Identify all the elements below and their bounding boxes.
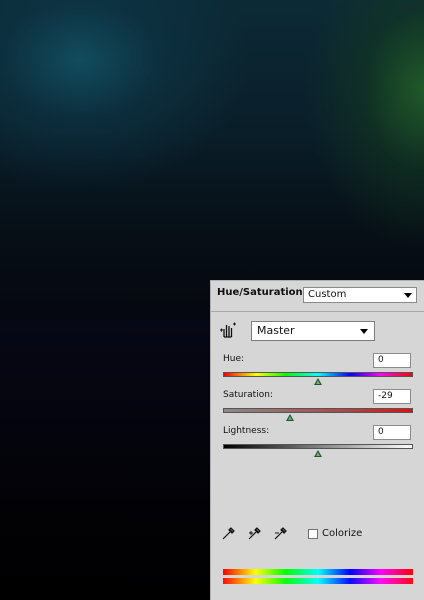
lightness-input[interactable]: 0 [373, 425, 411, 440]
lightness-slider-track[interactable] [223, 444, 413, 449]
panel-title: Hue/Saturation [217, 287, 303, 298]
dropdown-arrow-icon [404, 293, 412, 298]
saturation-input[interactable]: -29 [373, 389, 411, 404]
hue-label: Hue: [223, 354, 245, 364]
hue-saturation-panel: Hue/Saturation Custom Master Hue: 0 Satu… [210, 280, 424, 600]
colorize-label: Colorize [322, 528, 363, 539]
hue-slider-track[interactable] [223, 372, 413, 377]
preset-value: Custom [308, 289, 347, 300]
eyedropper-plus-icon[interactable] [247, 525, 263, 541]
saturation-slider-track[interactable] [223, 408, 413, 413]
hue-slider-thumb[interactable] [314, 378, 322, 385]
dropdown-arrow-icon [360, 329, 368, 334]
channel-select[interactable]: Master [251, 321, 375, 341]
panel-divider [211, 311, 424, 312]
output-hue-bar [223, 578, 413, 584]
saturation-slider-thumb[interactable] [286, 414, 294, 421]
lightness-label: Lightness: [223, 426, 270, 436]
eyedropper-minus-icon[interactable] [273, 525, 289, 541]
hand-target-adjust-icon[interactable] [219, 321, 237, 339]
eyedropper-icon[interactable] [221, 525, 237, 541]
preset-select[interactable]: Custom [303, 287, 417, 303]
input-hue-bar [223, 569, 413, 575]
saturation-label: Saturation: [223, 390, 273, 400]
hue-input[interactable]: 0 [373, 353, 411, 368]
lightness-slider-thumb[interactable] [314, 450, 322, 457]
colorize-checkbox[interactable] [308, 529, 318, 539]
channel-value: Master [257, 324, 295, 337]
